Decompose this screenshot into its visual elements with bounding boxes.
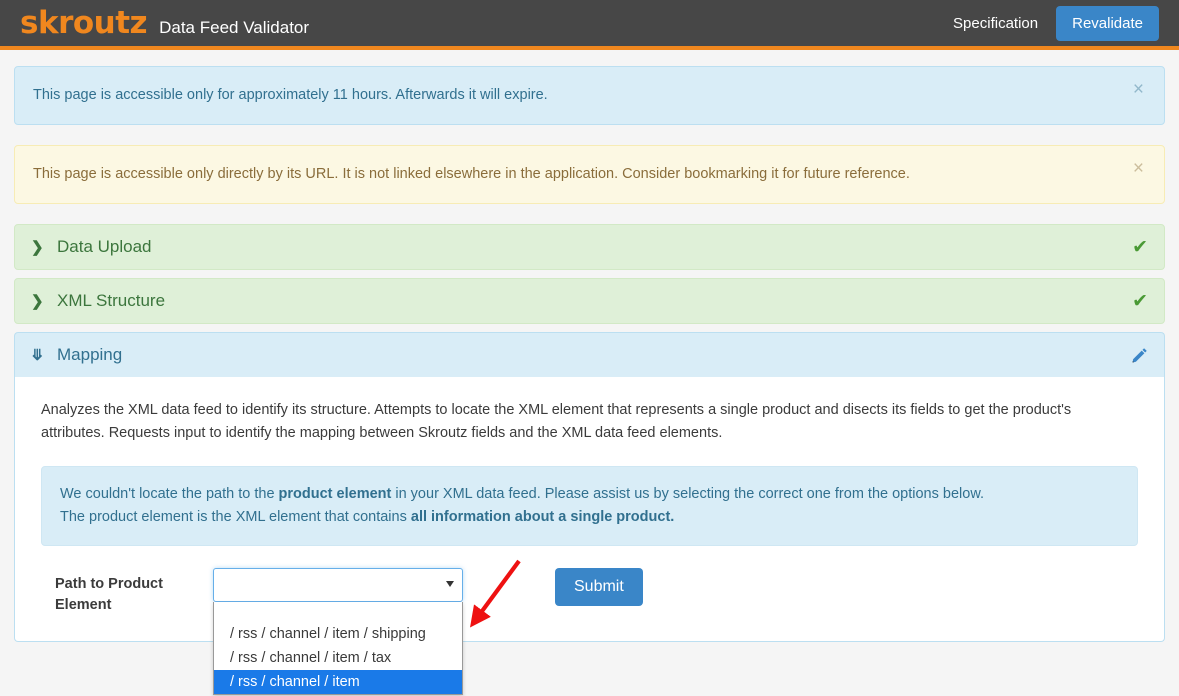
specification-link[interactable]: Specification — [953, 15, 1038, 32]
app-subtitle: Data Feed Validator — [159, 17, 310, 37]
path-to-product-element-select-wrap: / rss / channel / item / shipping / rss … — [213, 568, 463, 696]
panel-title-mapping: Mapping — [57, 345, 123, 365]
dropdown-option-blank[interactable] — [214, 602, 462, 622]
check-icon: ✔ — [1132, 290, 1148, 312]
chevron-right-icon: ❯ — [31, 239, 44, 257]
dropdown-option-tax[interactable]: / rss / channel / item / tax — [214, 646, 462, 670]
path-to-product-element-dropdown[interactable]: / rss / channel / item / shipping / rss … — [213, 602, 463, 696]
product-element-notice: We couldn't locate the path to the produ… — [41, 465, 1138, 547]
path-to-product-element-select[interactable] — [213, 568, 463, 603]
panel-xml-structure: ❯ XML Structure ✔ — [14, 278, 1165, 325]
notice-line-1-part-2: in your XML data feed. Please assist us … — [391, 485, 985, 502]
notice-line-2-bold: all information about a single product. — [410, 509, 675, 526]
skroutz-logo: skroutz — [20, 4, 148, 41]
chevron-right-icon: ❯ — [31, 293, 44, 311]
submit-button[interactable]: Submit — [555, 568, 643, 607]
panel-header-xml-structure[interactable]: ❯ XML Structure ✔ — [14, 278, 1165, 325]
bookmark-url-alert: This page is accessible only directly by… — [14, 145, 1165, 205]
chevron-down-icon — [446, 581, 454, 588]
top-navbar: skroutz Data Feed Validator Specificatio… — [0, 0, 1179, 50]
page-root: skroutz Data Feed Validator Specificatio… — [0, 0, 1179, 696]
close-icon[interactable]: × — [1127, 79, 1150, 100]
panel-title-xml-structure: XML Structure — [57, 291, 166, 311]
page-container: This page is accessible only for approxi… — [0, 50, 1179, 696]
panel-title-data-upload: Data Upload — [57, 237, 152, 257]
notice-line-1: We couldn't locate the path to the produ… — [60, 483, 1119, 506]
session-expiry-alert: This page is accessible only for approxi… — [14, 66, 1165, 126]
path-to-product-element-label: Path to Product Element — [55, 576, 163, 613]
check-icon: ✔ — [1132, 236, 1148, 258]
bookmark-url-alert-text: This page is accessible only directly by… — [33, 166, 910, 183]
dropdown-option-item[interactable]: / rss / channel / item — [214, 670, 462, 695]
chevron-down-icon: ⤋ — [31, 347, 44, 365]
close-icon[interactable]: × — [1127, 158, 1150, 179]
path-to-product-element-form-row: Path to Product Element / rss / channel … — [41, 568, 1138, 696]
notice-line-1-bold: product element — [278, 485, 392, 502]
mapping-description: Analyzes the XML data feed to identify i… — [41, 402, 1072, 441]
navbar-actions: Specification Revalidate — [953, 5, 1159, 41]
brand[interactable]: skroutz Data Feed Validator — [20, 4, 310, 41]
panel-mapping: ⤋ Mapping Analyzes the XML data feed to … — [14, 332, 1165, 696]
panel-body-mapping: Analyzes the XML data feed to identify i… — [14, 377, 1165, 696]
notice-line-2: The product element is the XML element t… — [60, 506, 1119, 529]
dropdown-option-shipping[interactable]: / rss / channel / item / shipping — [214, 622, 462, 646]
panel-data-upload: ❯ Data Upload ✔ — [14, 224, 1165, 271]
pencil-icon[interactable] — [1131, 347, 1148, 364]
notice-line-1-part-1: We couldn't locate the path to the — [60, 485, 279, 502]
panel-header-data-upload[interactable]: ❯ Data Upload ✔ — [14, 224, 1165, 271]
revalidate-button[interactable]: Revalidate — [1056, 5, 1159, 41]
notice-line-2-part-1: The product element is the XML element t… — [60, 509, 411, 526]
panel-header-mapping[interactable]: ⤋ Mapping — [14, 332, 1165, 378]
session-expiry-alert-text: This page is accessible only for approxi… — [33, 87, 548, 103]
